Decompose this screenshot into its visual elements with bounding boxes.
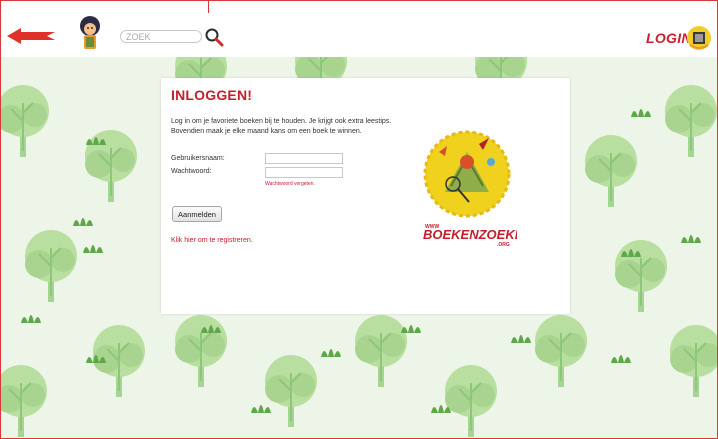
intro-line-1: Log in om je favoriete boeken bij te hou… xyxy=(171,118,392,125)
search-input[interactable] xyxy=(120,30,202,43)
login-icon[interactable] xyxy=(686,23,712,53)
page-frame: LOGIN INLOGGEN! Log in om je favoriete b… xyxy=(0,0,718,439)
back-arrow-icon[interactable] xyxy=(7,28,55,44)
logo-tld: .ORG xyxy=(497,242,510,248)
login-button[interactable]: Aanmelden xyxy=(172,206,222,222)
username-field[interactable] xyxy=(265,153,343,164)
search-icon[interactable] xyxy=(204,27,224,47)
username-label: Gebruikersnaam: xyxy=(171,155,225,162)
login-link[interactable]: LOGIN xyxy=(646,30,692,46)
login-card: INLOGGEN! Log in om je favoriete boeken … xyxy=(161,78,570,314)
register-link[interactable]: Klik hier om te registreren. xyxy=(171,237,253,244)
forgot-password-link[interactable]: Wachtwoord vergeten. xyxy=(265,181,315,187)
divider-line xyxy=(208,1,209,13)
intro-text: Log in om je favoriete boeken bij te hou… xyxy=(171,117,411,137)
page-title: INLOGGEN! xyxy=(171,87,253,103)
password-field[interactable] xyxy=(265,167,343,178)
logo-name: BOEKENZOEKER xyxy=(423,227,517,242)
boekenzoeker-logo: WWW BOEKENZOEKER .ORG xyxy=(423,130,517,248)
mascot-icon[interactable] xyxy=(77,15,103,51)
top-bar: LOGIN xyxy=(1,1,717,57)
password-label: Wachtwoord: xyxy=(171,168,212,175)
intro-line-2: Bovendien maak je elke maand kans om een… xyxy=(171,128,362,135)
